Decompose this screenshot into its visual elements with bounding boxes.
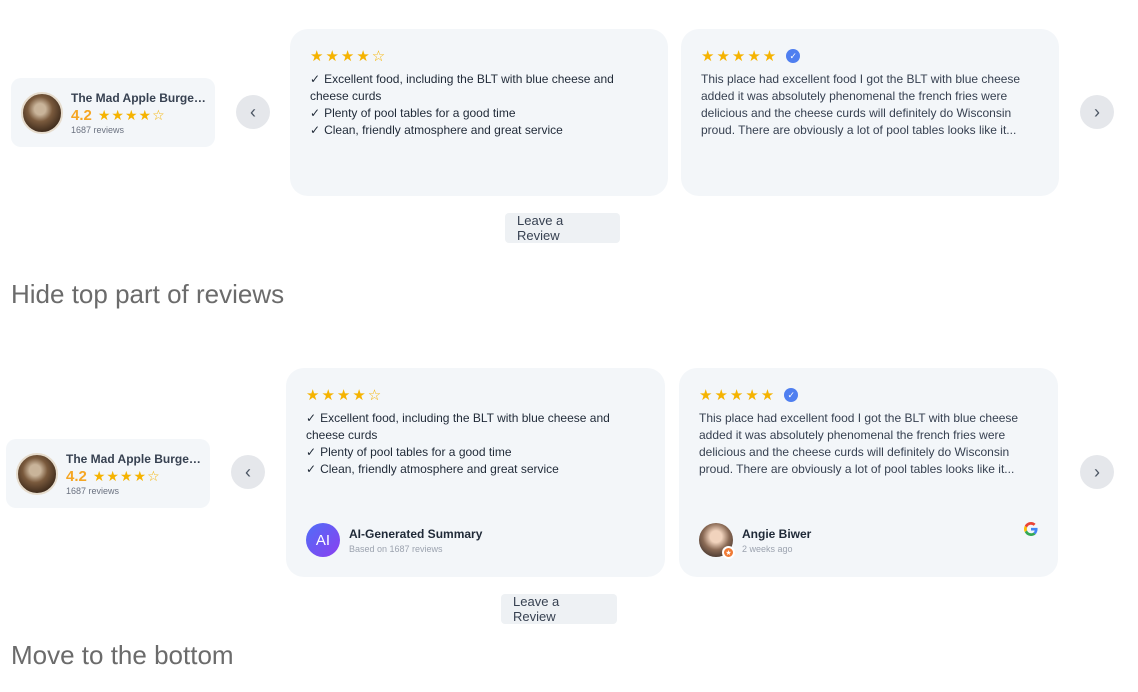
chevron-left-icon: ‹ — [250, 101, 256, 122]
review-stars: ★★★★★ — [701, 48, 779, 65]
widget-preview-bottom: The Mad Apple Burger ... 4.2 ★★★★☆ 1687 … — [0, 340, 1138, 630]
author-subtitle: Based on 1687 reviews — [349, 543, 443, 554]
summary-bullets: ✓ Excellent food, including the BLT with … — [306, 410, 645, 478]
review-card: ★★★★★ ✓ This place had excellent food I … — [679, 368, 1058, 577]
widget-preview-hidden-top: The Mad Apple Burger ... 4.2 ★★★★☆ 1687 … — [0, 0, 1138, 260]
next-arrow-button[interactable]: › — [1080, 95, 1114, 129]
leave-review-button[interactable]: Leave a Review — [501, 594, 617, 624]
next-arrow-button[interactable]: › — [1080, 455, 1114, 489]
review-card: ★★★★★ ✓ This place had excellent food I … — [681, 29, 1059, 196]
ai-summary-card: ★★★★☆ ✓ Excellent food, including the BLT… — [286, 368, 665, 577]
ai-avatar: AI — [306, 523, 340, 557]
business-rating: 4.2 — [66, 467, 87, 485]
business-rating: 4.2 — [71, 106, 92, 124]
verified-badge-icon: ✓ — [786, 49, 801, 63]
business-avatar — [16, 452, 58, 495]
review-author[interactable]: ★ Angie Biwer 2 weeks ago — [699, 523, 812, 559]
business-avatar — [21, 91, 63, 134]
business-stars: ★★★★☆ — [92, 467, 161, 484]
leave-review-button[interactable]: Leave a Review — [505, 213, 620, 243]
check-icon: ✓ — [310, 72, 321, 86]
check-icon: ✓ — [306, 411, 317, 425]
ai-summary-card: ★★★★☆ ✓ Excellent food, including the BLT… — [290, 29, 668, 196]
prev-arrow-button[interactable]: ‹ — [231, 455, 265, 489]
business-name: The Mad Apple Burger ... — [66, 451, 200, 466]
summary-bullet: ✓ Plenty of pool tables for a good time — [310, 106, 516, 120]
summary-author: AI AI-Generated Summary Based on 1687 re… — [306, 523, 482, 557]
review-stars: ★★★★★ — [699, 387, 777, 404]
summary-stars: ★★★★☆ — [306, 387, 384, 404]
summary-bullet: ✓ Excellent food, including the BLT with … — [306, 411, 610, 442]
business-review-count: 1687 reviews — [66, 485, 120, 496]
review-text[interactable]: This place had excellent food I got the … — [701, 71, 1039, 139]
review-text[interactable]: This place had excellent food I got the … — [699, 410, 1038, 478]
chevron-right-icon: › — [1094, 461, 1100, 482]
chevron-left-icon: ‹ — [245, 461, 251, 482]
local-guide-badge-icon: ★ — [722, 546, 735, 559]
check-icon: ✓ — [310, 123, 321, 137]
chevron-right-icon: › — [1094, 101, 1100, 122]
prev-arrow-button[interactable]: ‹ — [236, 95, 270, 129]
author-name: Angie Biwer — [742, 526, 812, 541]
business-stars: ★★★★☆ — [97, 106, 166, 123]
check-icon: ✓ — [306, 445, 317, 459]
author-name: AI-Generated Summary — [349, 526, 483, 541]
check-icon: ✓ — [310, 106, 321, 120]
summary-bullet: ✓ Clean, friendly atmosphere and great se… — [310, 123, 563, 137]
summary-stars: ★★★★☆ — [310, 48, 388, 65]
business-summary-card[interactable]: The Mad Apple Burger ... 4.2 ★★★★☆ 1687 … — [6, 439, 210, 508]
business-review-count: 1687 reviews — [71, 124, 125, 135]
review-date: 2 weeks ago — [742, 543, 793, 554]
google-icon — [1024, 522, 1038, 536]
check-icon: ✓ — [306, 462, 317, 476]
summary-bullet: ✓ Plenty of pool tables for a good time — [306, 445, 512, 459]
business-summary-card[interactable]: The Mad Apple Burger ... 4.2 ★★★★☆ 1687 … — [11, 78, 215, 147]
business-name: The Mad Apple Burger ... — [71, 90, 205, 105]
summary-bullet: ✓ Clean, friendly atmosphere and great se… — [306, 462, 559, 476]
verified-badge-icon: ✓ — [784, 388, 799, 402]
caption-move-bottom: Move to the bottom — [11, 640, 234, 670]
caption-hide-top: Hide top part of reviews — [11, 279, 285, 309]
summary-bullet: ✓ Excellent food, including the BLT with … — [310, 72, 614, 103]
reviewer-avatar: ★ — [699, 523, 735, 559]
summary-bullets: ✓ Excellent food, including the BLT with … — [310, 71, 648, 139]
